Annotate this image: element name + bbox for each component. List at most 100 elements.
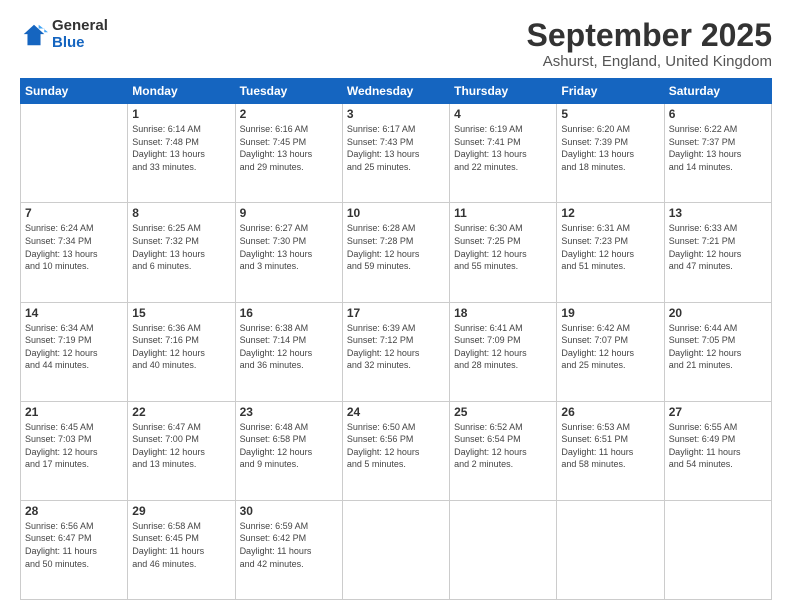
table-row: 25 Sunrise: 6:52 AM Sunset: 6:54 PM Dayli… bbox=[450, 401, 557, 500]
calendar-header-row: Sunday Monday Tuesday Wednesday Thursday… bbox=[21, 79, 772, 104]
table-row bbox=[450, 500, 557, 599]
table-row: 13 Sunrise: 6:33 AM Sunset: 7:21 PM Dayli… bbox=[664, 203, 771, 302]
logo-general-label: General bbox=[52, 18, 108, 35]
cell-info: Sunrise: 6:33 AM Sunset: 7:21 PM Dayligh… bbox=[669, 222, 767, 272]
col-wednesday: Wednesday bbox=[342, 79, 449, 104]
page: General Blue September 2025 Ashurst, Eng… bbox=[0, 0, 792, 612]
cell-info: Sunrise: 6:34 AM Sunset: 7:19 PM Dayligh… bbox=[25, 322, 123, 372]
table-row: 17 Sunrise: 6:39 AM Sunset: 7:12 PM Dayli… bbox=[342, 302, 449, 401]
cell-info: Sunrise: 6:55 AM Sunset: 6:49 PM Dayligh… bbox=[669, 421, 767, 471]
table-row bbox=[342, 500, 449, 599]
cell-info: Sunrise: 6:25 AM Sunset: 7:32 PM Dayligh… bbox=[132, 222, 230, 272]
day-number: 15 bbox=[132, 306, 230, 320]
day-number: 22 bbox=[132, 405, 230, 419]
day-number: 19 bbox=[561, 306, 659, 320]
day-number: 10 bbox=[347, 206, 445, 220]
cell-info: Sunrise: 6:42 AM Sunset: 7:07 PM Dayligh… bbox=[561, 322, 659, 372]
title-block: September 2025 Ashurst, England, United … bbox=[527, 18, 772, 70]
table-row bbox=[664, 500, 771, 599]
table-row: 5Sunrise: 6:20 AM Sunset: 7:39 PM Daylig… bbox=[557, 104, 664, 203]
cell-info: Sunrise: 6:56 AM Sunset: 6:47 PM Dayligh… bbox=[25, 520, 123, 570]
table-row: 18 Sunrise: 6:41 AM Sunset: 7:09 PM Dayli… bbox=[450, 302, 557, 401]
table-row: 28 Sunrise: 6:56 AM Sunset: 6:47 PM Dayli… bbox=[21, 500, 128, 599]
cell-info: Sunrise: 6:50 AM Sunset: 6:56 PM Dayligh… bbox=[347, 421, 445, 471]
table-row: 15 Sunrise: 6:36 AM Sunset: 7:16 PM Dayli… bbox=[128, 302, 235, 401]
calendar-week-row: 1Sunrise: 6:14 AM Sunset: 7:48 PM Daylig… bbox=[21, 104, 772, 203]
cell-info: Sunrise: 6:17 AM Sunset: 7:43 PM Dayligh… bbox=[347, 123, 445, 173]
table-row: 9Sunrise: 6:27 AM Sunset: 7:30 PM Daylig… bbox=[235, 203, 342, 302]
cell-info: Sunrise: 6:24 AM Sunset: 7:34 PM Dayligh… bbox=[25, 222, 123, 272]
day-number: 30 bbox=[240, 504, 338, 518]
cell-info: Sunrise: 6:20 AM Sunset: 7:39 PM Dayligh… bbox=[561, 123, 659, 173]
day-number: 27 bbox=[669, 405, 767, 419]
logo: General Blue bbox=[20, 18, 108, 51]
table-row: 29 Sunrise: 6:58 AM Sunset: 6:45 PM Dayli… bbox=[128, 500, 235, 599]
table-row: 26Sunrise: 6:53 AM Sunset: 6:51 PM Dayli… bbox=[557, 401, 664, 500]
day-number: 25 bbox=[454, 405, 552, 419]
calendar-table: Sunday Monday Tuesday Wednesday Thursday… bbox=[20, 78, 772, 600]
col-friday: Friday bbox=[557, 79, 664, 104]
table-row: 7 Sunrise: 6:24 AM Sunset: 7:34 PM Daylig… bbox=[21, 203, 128, 302]
logo-icon bbox=[20, 21, 48, 49]
cell-info: Sunrise: 6:59 AM Sunset: 6:42 PM Dayligh… bbox=[240, 520, 338, 570]
day-number: 21 bbox=[25, 405, 123, 419]
day-number: 18 bbox=[454, 306, 552, 320]
cell-info: Sunrise: 6:48 AM Sunset: 6:58 PM Dayligh… bbox=[240, 421, 338, 471]
cell-info: Sunrise: 6:22 AM Sunset: 7:37 PM Dayligh… bbox=[669, 123, 767, 173]
table-row: 30 Sunrise: 6:59 AM Sunset: 6:42 PM Dayli… bbox=[235, 500, 342, 599]
day-number: 13 bbox=[669, 206, 767, 220]
col-sunday: Sunday bbox=[21, 79, 128, 104]
calendar-week-row: 7 Sunrise: 6:24 AM Sunset: 7:34 PM Daylig… bbox=[21, 203, 772, 302]
table-row: 4Sunrise: 6:19 AM Sunset: 7:41 PM Daylig… bbox=[450, 104, 557, 203]
day-number: 9 bbox=[240, 206, 338, 220]
day-number: 29 bbox=[132, 504, 230, 518]
table-row: 12Sunrise: 6:31 AM Sunset: 7:23 PM Dayli… bbox=[557, 203, 664, 302]
table-row: 27 Sunrise: 6:55 AM Sunset: 6:49 PM Dayli… bbox=[664, 401, 771, 500]
header: General Blue September 2025 Ashurst, Eng… bbox=[20, 18, 772, 70]
day-number: 7 bbox=[25, 206, 123, 220]
day-number: 1 bbox=[132, 107, 230, 121]
calendar-week-row: 28 Sunrise: 6:56 AM Sunset: 6:47 PM Dayli… bbox=[21, 500, 772, 599]
table-row: 3 Sunrise: 6:17 AM Sunset: 7:43 PM Daylig… bbox=[342, 104, 449, 203]
table-row: 19 Sunrise: 6:42 AM Sunset: 7:07 PM Dayli… bbox=[557, 302, 664, 401]
logo-text: General Blue bbox=[52, 18, 108, 51]
cell-info: Sunrise: 6:39 AM Sunset: 7:12 PM Dayligh… bbox=[347, 322, 445, 372]
day-number: 11 bbox=[454, 206, 552, 220]
day-number: 2 bbox=[240, 107, 338, 121]
cell-info: Sunrise: 6:58 AM Sunset: 6:45 PM Dayligh… bbox=[132, 520, 230, 570]
table-row: 16 Sunrise: 6:38 AM Sunset: 7:14 PM Dayli… bbox=[235, 302, 342, 401]
cell-info: Sunrise: 6:28 AM Sunset: 7:28 PM Dayligh… bbox=[347, 222, 445, 272]
day-number: 3 bbox=[347, 107, 445, 121]
day-number: 14 bbox=[25, 306, 123, 320]
cell-info: Sunrise: 6:44 AM Sunset: 7:05 PM Dayligh… bbox=[669, 322, 767, 372]
cell-info: Sunrise: 6:36 AM Sunset: 7:16 PM Dayligh… bbox=[132, 322, 230, 372]
col-thursday: Thursday bbox=[450, 79, 557, 104]
day-number: 23 bbox=[240, 405, 338, 419]
logo-blue-label: Blue bbox=[52, 35, 108, 52]
table-row: 21 Sunrise: 6:45 AM Sunset: 7:03 PM Dayli… bbox=[21, 401, 128, 500]
col-monday: Monday bbox=[128, 79, 235, 104]
table-row bbox=[557, 500, 664, 599]
cell-info: Sunrise: 6:41 AM Sunset: 7:09 PM Dayligh… bbox=[454, 322, 552, 372]
col-saturday: Saturday bbox=[664, 79, 771, 104]
table-row: 8Sunrise: 6:25 AM Sunset: 7:32 PM Daylig… bbox=[128, 203, 235, 302]
calendar-week-row: 21 Sunrise: 6:45 AM Sunset: 7:03 PM Dayli… bbox=[21, 401, 772, 500]
cell-info: Sunrise: 6:30 AM Sunset: 7:25 PM Dayligh… bbox=[454, 222, 552, 272]
day-number: 12 bbox=[561, 206, 659, 220]
table-row bbox=[21, 104, 128, 203]
day-number: 16 bbox=[240, 306, 338, 320]
day-number: 4 bbox=[454, 107, 552, 121]
cell-info: Sunrise: 6:52 AM Sunset: 6:54 PM Dayligh… bbox=[454, 421, 552, 471]
table-row: 2Sunrise: 6:16 AM Sunset: 7:45 PM Daylig… bbox=[235, 104, 342, 203]
cell-info: Sunrise: 6:38 AM Sunset: 7:14 PM Dayligh… bbox=[240, 322, 338, 372]
table-row: 23 Sunrise: 6:48 AM Sunset: 6:58 PM Dayli… bbox=[235, 401, 342, 500]
cell-info: Sunrise: 6:45 AM Sunset: 7:03 PM Dayligh… bbox=[25, 421, 123, 471]
table-row: 14 Sunrise: 6:34 AM Sunset: 7:19 PM Dayli… bbox=[21, 302, 128, 401]
col-tuesday: Tuesday bbox=[235, 79, 342, 104]
table-row: 11 Sunrise: 6:30 AM Sunset: 7:25 PM Dayli… bbox=[450, 203, 557, 302]
table-row: 24Sunrise: 6:50 AM Sunset: 6:56 PM Dayli… bbox=[342, 401, 449, 500]
day-number: 17 bbox=[347, 306, 445, 320]
table-row: 20Sunrise: 6:44 AM Sunset: 7:05 PM Dayli… bbox=[664, 302, 771, 401]
day-number: 28 bbox=[25, 504, 123, 518]
cell-info: Sunrise: 6:53 AM Sunset: 6:51 PM Dayligh… bbox=[561, 421, 659, 471]
